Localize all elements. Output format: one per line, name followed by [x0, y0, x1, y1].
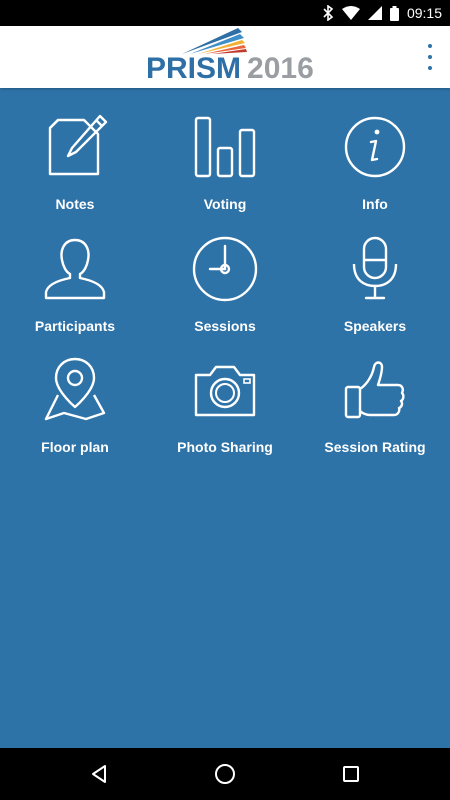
menu-label: Photo Sharing: [177, 439, 273, 455]
microphone-icon: [352, 236, 398, 300]
clock-icon: [192, 236, 258, 302]
menu-item-session-rating[interactable]: Session Rating: [300, 353, 450, 465]
menu-label: Voting: [203, 196, 247, 212]
navigation-bar: [0, 748, 450, 800]
logo-prism-text: PRISM: [146, 52, 242, 85]
camera-icon: [194, 365, 256, 417]
back-icon[interactable]: [87, 762, 111, 786]
info-icon: [344, 116, 406, 178]
menu-label: Session Rating: [324, 439, 426, 455]
home-icon[interactable]: [213, 762, 237, 786]
participants-icon: [44, 238, 106, 300]
map-pin-icon: [44, 357, 106, 421]
menu-label: Notes: [55, 196, 95, 212]
menu-label: Participants: [34, 318, 116, 334]
voting-icon: [194, 116, 256, 178]
app-header: PRISM 2016: [0, 26, 450, 88]
logo-year-text: 2016: [247, 52, 314, 85]
menu-item-photo-sharing[interactable]: Photo Sharing: [150, 353, 300, 465]
menu-item-voting[interactable]: Voting: [150, 110, 300, 222]
recents-icon[interactable]: [339, 762, 363, 786]
menu-label: Sessions: [194, 318, 256, 334]
thumbs-up-icon: [344, 361, 405, 419]
menu-item-floor-plan[interactable]: Floor plan: [0, 353, 150, 465]
cell-signal-icon: [367, 6, 382, 20]
notes-icon: [48, 114, 108, 176]
menu-label: Speakers: [343, 318, 407, 334]
wifi-icon: [341, 6, 360, 20]
bluetooth-icon: [322, 5, 334, 21]
status-bar: 09:15: [0, 0, 450, 26]
battery-icon: [389, 5, 399, 21]
menu-item-speakers[interactable]: Speakers: [300, 232, 450, 344]
menu-item-sessions[interactable]: Sessions: [150, 232, 300, 344]
menu-label: Info: [362, 196, 388, 212]
menu-item-participants[interactable]: Participants: [0, 232, 150, 344]
menu-item-notes[interactable]: Notes: [0, 110, 150, 222]
menu-label: Floor plan: [41, 439, 109, 455]
prism-logo: PRISM 2016: [142, 26, 314, 88]
overflow-menu-icon[interactable]: [424, 44, 436, 70]
menu-item-info[interactable]: Info: [300, 110, 450, 222]
logo-wordmark: PRISM 2016: [146, 52, 314, 86]
status-time: 09:15: [406, 5, 442, 21]
